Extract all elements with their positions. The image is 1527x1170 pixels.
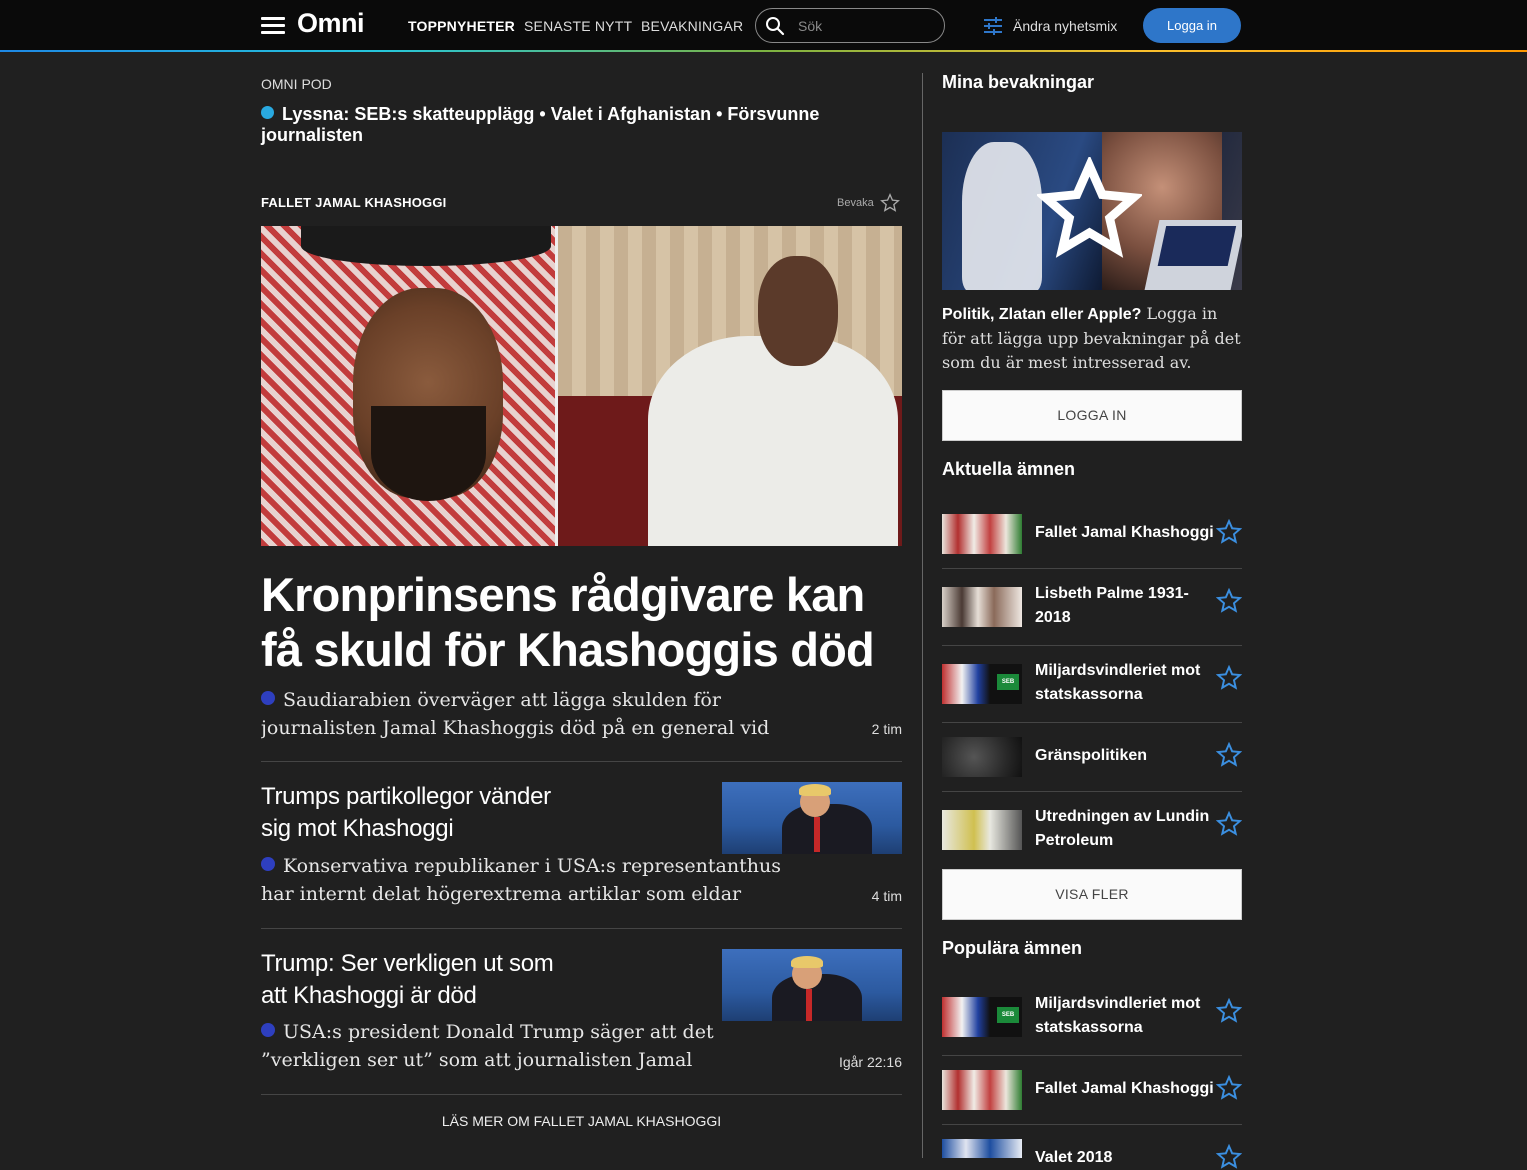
topic-thumbnail: SEB: [942, 664, 1022, 704]
topic-thumbnail: [942, 737, 1022, 777]
search-box: [755, 8, 945, 43]
search-input[interactable]: [798, 15, 933, 37]
sidebar-login-button[interactable]: LOGGA IN: [942, 390, 1242, 441]
topic-thumbnail: SEB: [942, 997, 1022, 1037]
topic-thumbnail: [942, 514, 1022, 554]
hero-image[interactable]: [261, 226, 902, 546]
story-lead-text: Konservativa republikaner i USA:s repres…: [261, 855, 781, 905]
main-lead-text: Saudiarabien överväger att lägga skulden…: [261, 689, 770, 739]
topic-name: Fallet Jamal Khashoggi: [1035, 1080, 1214, 1097]
pod-link[interactable]: Lyssna: SEB:s skatteupplägg • Valet i Af…: [261, 104, 821, 146]
nav-toppnyheter[interactable]: TOPPNYHETER: [408, 18, 515, 34]
menu-icon[interactable]: [261, 17, 285, 35]
topic-name: Utredningen av Lundin Petroleum: [1035, 808, 1210, 849]
star-icon: [879, 193, 900, 212]
nav-bevakningar[interactable]: BEVAKNINGAR: [641, 18, 743, 34]
header-accent-line: [0, 50, 1527, 52]
show-more-button[interactable]: VISA FLER: [942, 869, 1242, 920]
star-icon[interactable]: [1216, 998, 1242, 1024]
nav-senaste-nytt[interactable]: SENASTE NYTT: [524, 18, 632, 34]
divider: [942, 1124, 1242, 1125]
story-dot-icon: [261, 857, 275, 871]
star-icon[interactable]: [1216, 519, 1242, 545]
topic-name: Valet 2018: [1035, 1149, 1113, 1166]
read-more-link[interactable]: LÄS MER OM FALLET JAMAL KHASHOGGI: [261, 1113, 902, 1129]
main-headline[interactable]: Kronprinsens rådgivare kan få skuld för …: [261, 567, 901, 677]
column-divider: [922, 73, 923, 1158]
star-icon[interactable]: [1216, 742, 1242, 768]
follows-promo-image: [942, 132, 1242, 290]
divider: [261, 928, 902, 929]
divider: [942, 645, 1242, 646]
story-lead-text: USA:s president Donald Trump säger att d…: [261, 1021, 714, 1071]
topic-name: Gränspolitiken: [1035, 747, 1148, 764]
pod-label: OMNI POD: [261, 76, 332, 92]
topic-name: Fallet Jamal Khashoggi: [1035, 524, 1214, 541]
pod-text: Lyssna: SEB:s skatteupplägg • Valet i Af…: [261, 104, 820, 145]
divider: [942, 1055, 1242, 1056]
star-icon[interactable]: [1216, 1144, 1242, 1170]
star-icon[interactable]: [1216, 665, 1242, 691]
hero-image-right: [558, 226, 902, 546]
divider: [942, 722, 1242, 723]
divider: [942, 568, 1242, 569]
pod-dot-icon: [261, 106, 274, 119]
story-title[interactable]: Trump: Ser verkligen ut som att Khashogg…: [261, 948, 561, 1012]
follow-topic-button[interactable]: Bevaka: [837, 193, 900, 213]
topic-thumbnail: [942, 1070, 1022, 1110]
topic-thumbnail: [942, 810, 1022, 850]
topic-name: Lisbeth Palme 1931-2018: [1035, 585, 1189, 626]
divider: [942, 791, 1242, 792]
top-bar: Omni TOPPNYHETER SENASTE NYTT BEVAKNINGA…: [0, 0, 1527, 52]
change-news-mix-label: Ändra nyhetsmix: [1013, 18, 1118, 34]
change-news-mix[interactable]: Ändra nyhetsmix: [983, 15, 1117, 37]
story-time: Igår 22:16: [838, 1054, 902, 1070]
star-icon: [1037, 157, 1142, 258]
story-thumbnail[interactable]: [722, 949, 902, 1021]
login-button[interactable]: Logga in: [1143, 8, 1241, 43]
topic-label[interactable]: FALLET JAMAL KHASHOGGI: [261, 195, 446, 210]
topic-name: Miljardsvindleriet mot statskassorna: [1035, 995, 1201, 1036]
topic-thumbnail: [942, 587, 1022, 627]
star-icon[interactable]: [1216, 588, 1242, 614]
story-lead: Konservativa republikaner i USA:s repres…: [261, 852, 806, 908]
my-follows-heading: Mina bevakningar: [942, 72, 1095, 92]
divider: [261, 761, 902, 762]
topic-thumbnail: [942, 1139, 1022, 1158]
main-time: 2 tim: [871, 721, 902, 737]
story-thumbnail[interactable]: [722, 782, 902, 854]
promo-bold: Politik, Zlatan eller Apple?: [942, 306, 1142, 323]
current-topics-heading: Aktuella ämnen: [942, 459, 1076, 479]
popular-topics-heading: Populära ämnen: [942, 938, 1083, 958]
divider: [261, 1094, 902, 1095]
story-time: 4 tim: [871, 888, 902, 904]
promo-text: Politik, Zlatan eller Apple? Logga in fö…: [942, 302, 1242, 375]
follow-label: Bevaka: [837, 197, 874, 209]
star-icon[interactable]: [1216, 811, 1242, 837]
sliders-icon: [984, 17, 1002, 35]
main-lead: Saudiarabien överväger att lägga skulden…: [261, 686, 806, 742]
topic-name: Miljardsvindleriet mot statskassorna: [1035, 662, 1201, 703]
star-icon[interactable]: [1216, 1075, 1242, 1101]
story-title[interactable]: Trumps partikollegor vänder sig mot Khas…: [261, 781, 561, 845]
logo[interactable]: Omni: [297, 8, 365, 39]
story-lead: USA:s president Donald Trump säger att d…: [261, 1018, 776, 1074]
hero-image-left: [261, 226, 555, 546]
story-dot-icon: [261, 691, 275, 705]
search-icon[interactable]: [765, 16, 785, 36]
story-dot-icon: [261, 1023, 275, 1037]
